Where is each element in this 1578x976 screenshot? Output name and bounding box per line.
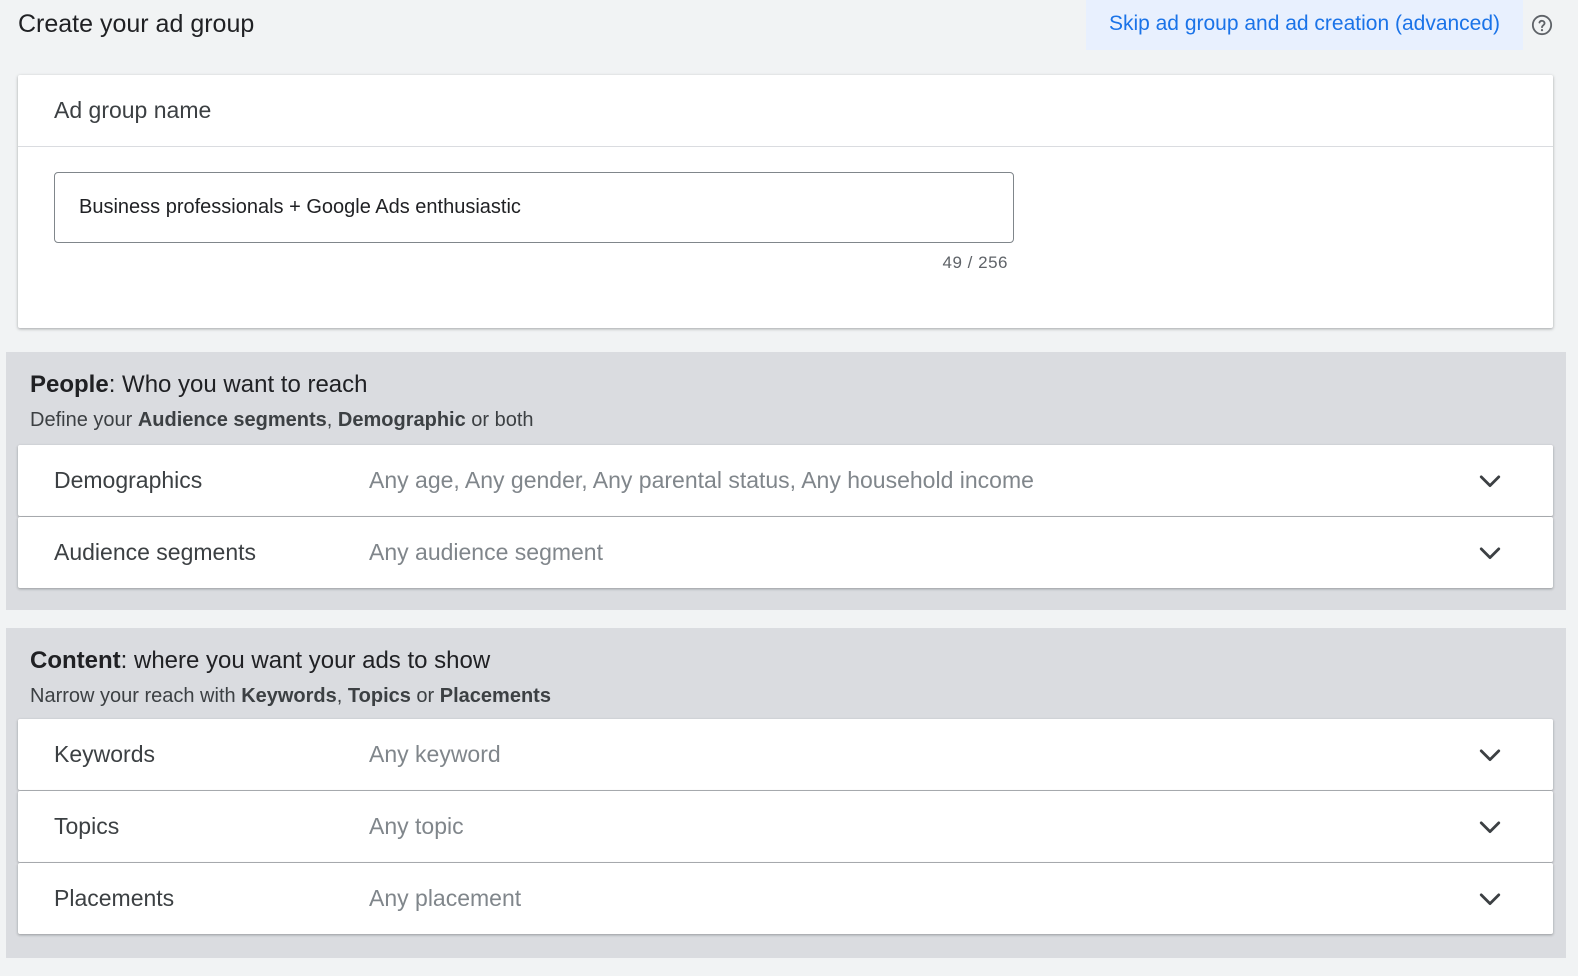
- content-sub-placements: Placements: [439, 685, 551, 707]
- content-section: Content: where you want your ads to show…: [6, 628, 1566, 958]
- ad-group-name-input[interactable]: [54, 172, 1014, 243]
- audience-segments-row[interactable]: Audience segments Any audience segment: [18, 517, 1553, 588]
- placements-label: Placements: [54, 885, 175, 911]
- topics-value: Any topic: [369, 813, 464, 839]
- demographics-value: Any age, Any gender, Any parental status…: [369, 467, 1034, 493]
- placements-value: Any placement: [369, 885, 522, 911]
- chevron-down-icon[interactable]: [1476, 467, 1504, 495]
- topics-row[interactable]: Topics Any topic: [18, 791, 1553, 862]
- chevron-down-icon[interactable]: [1476, 813, 1504, 841]
- content-sub-keywords: Keywords: [241, 685, 337, 707]
- chevron-down-icon[interactable]: [1476, 741, 1504, 769]
- people-sub-demographic: Demographic: [337, 409, 466, 431]
- keywords-label: Keywords: [54, 741, 155, 767]
- people-heading-bold: People: [30, 371, 109, 398]
- keywords-value: Any keyword: [369, 741, 501, 767]
- content-sub-mid: or: [410, 685, 440, 707]
- people-heading: People: Who you want to reach: [30, 369, 368, 401]
- content-heading-bold: Content: [30, 647, 121, 674]
- people-heading-text: : Who you want to reach: [108, 371, 368, 398]
- placements-row[interactable]: Placements Any placement: [18, 863, 1553, 934]
- audience-segments-label: Audience segments: [54, 539, 257, 565]
- ad-group-name-card: Ad group name 49 / 256: [18, 75, 1553, 328]
- demographics-label: Demographics: [54, 467, 203, 493]
- ad-group-name-title: Ad group name: [54, 97, 212, 123]
- character-counter: 49 / 256: [942, 253, 1008, 272]
- content-sub-prefix: Narrow your reach with: [30, 685, 242, 707]
- demographics-row[interactable]: Demographics Any age, Any gender, Any pa…: [18, 445, 1553, 516]
- content-sub-sep: ,: [336, 685, 348, 707]
- topics-label: Topics: [54, 813, 120, 839]
- skip-ad-group-link[interactable]: Skip ad group and ad creation (advanced): [1086, 0, 1523, 50]
- page-header: Create your ad group Skip ad group and a…: [0, 0, 1578, 50]
- keywords-row[interactable]: Keywords Any keyword: [18, 719, 1553, 790]
- people-sub-prefix: Define your: [30, 409, 138, 431]
- audience-segments-value: Any audience segment: [369, 539, 603, 565]
- people-section: People: Who you want to reach Define you…: [6, 352, 1566, 610]
- people-sub-audience: Audience segments: [137, 409, 327, 431]
- people-sub-suffix: or both: [465, 409, 534, 431]
- chevron-down-icon[interactable]: [1476, 539, 1504, 567]
- help-circle-icon[interactable]: [1531, 14, 1553, 36]
- content-heading: Content: where you want your ads to show: [30, 645, 490, 677]
- people-subheading: Define your Audience segments, Demograph…: [30, 407, 534, 433]
- chevron-down-icon[interactable]: [1476, 885, 1504, 913]
- content-sub-topics: Topics: [347, 685, 411, 707]
- people-sub-sep: ,: [326, 409, 338, 431]
- content-subheading: Narrow your reach with Keywords, Topics …: [30, 683, 551, 709]
- ad-group-name-header: Ad group name: [18, 75, 1553, 147]
- content-heading-text: : where you want your ads to show: [120, 647, 491, 674]
- page-title: Create your ad group: [18, 10, 255, 38]
